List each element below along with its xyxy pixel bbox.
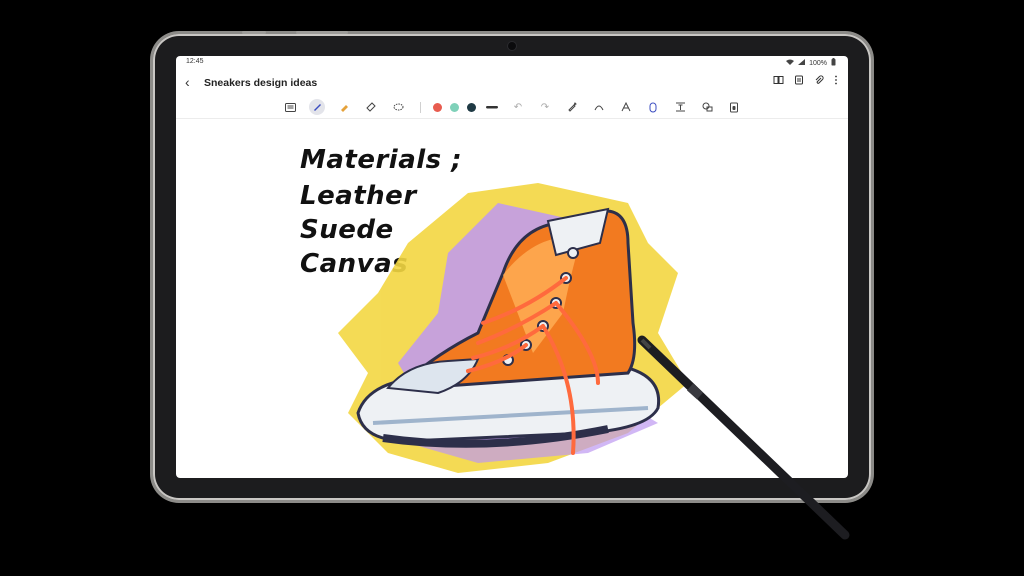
stylus-pen: [637, 335, 850, 540]
